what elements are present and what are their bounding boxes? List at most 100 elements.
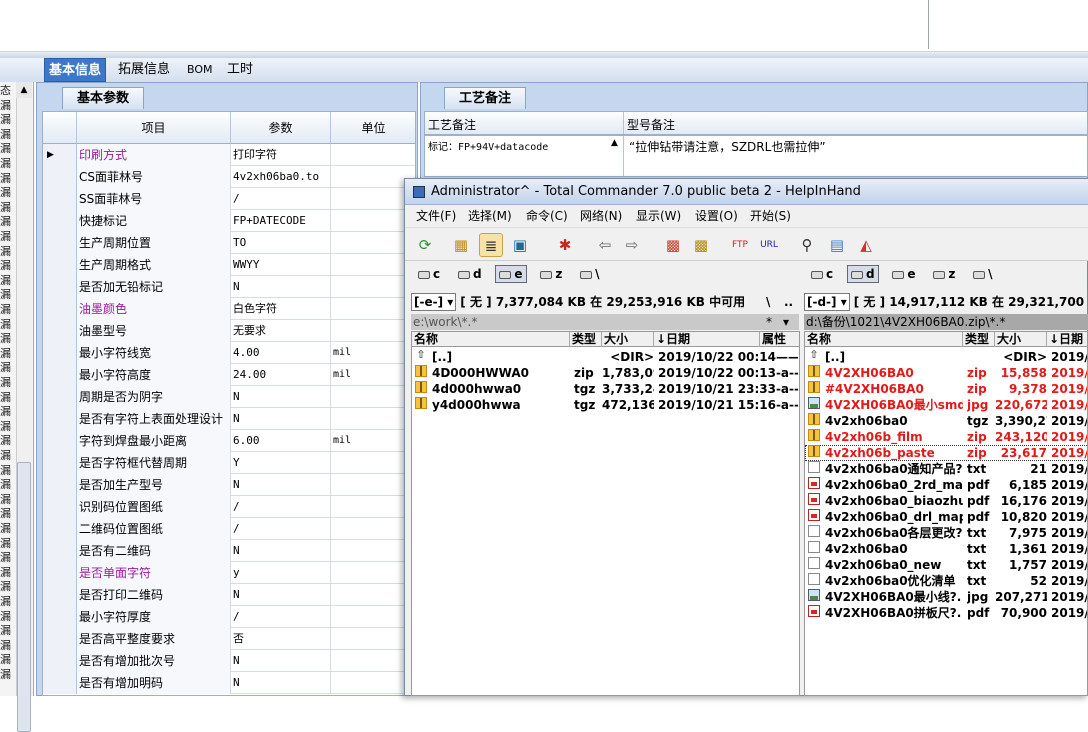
strip-row[interactable]: 态 bbox=[0, 84, 16, 98]
file-row[interactable]: 4v2xh06ba0_drl_map pdf 10,820 2019/1 bbox=[805, 509, 1087, 525]
strip-row[interactable]: 漏 bbox=[0, 391, 16, 405]
thumbnail-view-icon[interactable]: ▣ bbox=[508, 233, 532, 257]
brief-view-icon[interactable]: ▦ bbox=[449, 233, 473, 257]
compare-icon[interactable]: ◭ bbox=[854, 233, 878, 257]
grid-row[interactable]: 是否加无铅标记 N bbox=[43, 276, 415, 298]
file-row[interactable]: 4v2xh06ba0 tgz 3,390,272 2019/1 bbox=[805, 413, 1087, 429]
column-header-date[interactable]: ↓日期 bbox=[1047, 332, 1087, 347]
cell-param[interactable]: N bbox=[231, 540, 331, 562]
column-header-size[interactable]: 大小 bbox=[995, 332, 1047, 347]
strip-row[interactable]: 漏 bbox=[0, 215, 16, 229]
left-path-bar[interactable]: e:\work\*.* * ▾ bbox=[411, 314, 799, 330]
cell-param[interactable]: N bbox=[231, 584, 331, 606]
strip-row[interactable]: 漏 bbox=[0, 653, 16, 667]
strip-row[interactable]: 漏 bbox=[0, 318, 16, 332]
file-row[interactable]: 4v2xh06ba0优化清单 txt 52 2019/1 bbox=[805, 573, 1087, 589]
row-selector[interactable] bbox=[43, 606, 77, 628]
file-row[interactable]: 4d000hwwa0 tgz 3,733,240 2019/10/21 23:33-a… bbox=[412, 381, 799, 397]
cell-param[interactable]: 24.00 bbox=[231, 364, 331, 386]
left-root-button[interactable]: \ bbox=[766, 292, 770, 312]
drive-root-button[interactable]: \ bbox=[576, 265, 603, 283]
cell-param[interactable]: 无要求 bbox=[231, 320, 331, 342]
row-selector[interactable] bbox=[43, 540, 77, 562]
strip-row[interactable]: 漏 bbox=[0, 434, 16, 448]
grid-row[interactable]: 是否高平整度要求否 bbox=[43, 628, 415, 650]
column-header-type[interactable]: 类型 bbox=[963, 332, 995, 347]
search-icon[interactable]: ⚲ bbox=[795, 233, 819, 257]
unpack-icon[interactable]: ▩ bbox=[689, 233, 713, 257]
file-row[interactable]: y4d000hwwa tgz 472,136 2019/10/21 15:16-a-- bbox=[412, 397, 799, 413]
file-row[interactable]: 4v2xh06ba0_new txt 1,757 2019/1 bbox=[805, 557, 1087, 573]
grid-row[interactable]: 最小字符线宽 4.00 mil bbox=[43, 342, 415, 364]
pack-icon[interactable]: ▩ bbox=[661, 233, 685, 257]
grid-row[interactable]: 是否打印二维码 N bbox=[43, 584, 415, 606]
grid-row[interactable]: SS面菲林号 / bbox=[43, 188, 415, 210]
menu-view[interactable]: 显示(W) bbox=[636, 205, 681, 227]
strip-row[interactable]: 漏 bbox=[0, 274, 16, 288]
cell-param[interactable]: FP+DATECODE bbox=[231, 210, 331, 232]
right-path-bar[interactable]: d:\备份\1021\4V2XH06BA0.zip\*.* bbox=[804, 314, 1088, 330]
strip-row[interactable]: 漏 bbox=[0, 551, 16, 565]
grid-row[interactable]: 最小字符高度 24.00 mil bbox=[43, 364, 415, 386]
row-selector[interactable] bbox=[43, 232, 77, 254]
grid-row[interactable]: 快捷标记 FP+DATECODE bbox=[43, 210, 415, 232]
scrollbar-thumb[interactable] bbox=[17, 462, 31, 732]
cell-param[interactable]: 6.00 bbox=[231, 430, 331, 452]
strip-row[interactable]: 漏 bbox=[0, 172, 16, 186]
grid-row[interactable]: 是否单面字符 y bbox=[43, 562, 415, 584]
scroll-up-icon[interactable]: ▲ bbox=[16, 82, 32, 98]
cell-param[interactable]: N bbox=[231, 276, 331, 298]
section-tab-basic-params[interactable]: 基本参数 bbox=[62, 87, 144, 109]
grid-row[interactable]: 是否有增加明码 N bbox=[43, 672, 415, 694]
strip-row[interactable]: 漏 bbox=[0, 610, 16, 624]
current-row-indicator-icon[interactable]: ▶ bbox=[43, 144, 77, 166]
menu-network[interactable]: 网络(N) bbox=[580, 205, 622, 227]
strip-row[interactable]: 漏 bbox=[0, 493, 16, 507]
column-header-param[interactable]: 参数 bbox=[231, 112, 331, 144]
chevron-down-icon[interactable]: ▾ bbox=[783, 314, 789, 330]
drive-d-button[interactable]: d bbox=[454, 265, 486, 283]
row-selector[interactable] bbox=[43, 672, 77, 694]
grid-row[interactable]: 油墨型号 无要求 bbox=[43, 320, 415, 342]
strip-row[interactable]: 漏 bbox=[0, 186, 16, 200]
drive-z-button[interactable]: z bbox=[536, 265, 566, 283]
column-header-unit[interactable]: 单位 bbox=[331, 112, 415, 144]
strip-row[interactable]: 漏 bbox=[0, 142, 16, 156]
menu-select[interactable]: 选择(M) bbox=[468, 205, 512, 227]
file-row[interactable]: 4v2xh06ba0_biaozhu pdf 16,176 2019/1 bbox=[805, 493, 1087, 509]
strip-row[interactable]: 漏 bbox=[0, 624, 16, 638]
strip-row[interactable]: 漏 bbox=[0, 420, 16, 434]
strip-row[interactable]: 漏 bbox=[0, 522, 16, 536]
cell-param[interactable]: 否 bbox=[231, 628, 331, 650]
strip-row[interactable]: 漏 bbox=[0, 449, 16, 463]
cell-param[interactable]: 4v2xh06ba0.to bbox=[231, 166, 331, 188]
tab-work-hours[interactable]: 工时 bbox=[223, 58, 257, 82]
left-path-filter[interactable]: * bbox=[766, 314, 772, 330]
cell-param[interactable]: N bbox=[231, 386, 331, 408]
rename-icon[interactable]: ▤ bbox=[825, 233, 849, 257]
back-icon[interactable]: ⇦ bbox=[593, 233, 617, 257]
strip-row[interactable]: 漏 bbox=[0, 332, 16, 346]
tab-extended-info[interactable]: 拓展信息 bbox=[114, 58, 174, 82]
file-row[interactable]: 4V2XH06BA0 zip 15,858 2019/1 bbox=[805, 365, 1087, 381]
strip-row[interactable]: 漏 bbox=[0, 464, 16, 478]
file-row[interactable]: 4v2xh06ba0 txt 1,361 2019/1 bbox=[805, 541, 1087, 557]
row-selector[interactable] bbox=[43, 496, 77, 518]
strip-row[interactable]: 漏 bbox=[0, 288, 16, 302]
row-selector[interactable] bbox=[43, 562, 77, 584]
file-row[interactable]: ⇧ [..] <DIR> 2019/1 bbox=[805, 349, 1087, 365]
file-row[interactable]: 4v2xh06ba0_2rd_map pdf 6,185 2019/1 bbox=[805, 477, 1087, 493]
strip-row[interactable]: 漏 bbox=[0, 639, 16, 653]
row-selector[interactable] bbox=[43, 584, 77, 606]
cell-param[interactable]: 4.00 bbox=[231, 342, 331, 364]
row-selector[interactable] bbox=[43, 254, 77, 276]
tc-title-bar[interactable]: Administrator^ - Total Commander 7.0 pub… bbox=[405, 179, 1088, 205]
file-row[interactable]: 4v2xh06b_paste zip 23,617 2019/1 bbox=[805, 445, 1087, 461]
row-selector[interactable] bbox=[43, 474, 77, 496]
menu-settings[interactable]: 设置(O) bbox=[695, 205, 738, 227]
row-selector[interactable] bbox=[43, 188, 77, 210]
cell-param[interactable]: Y bbox=[231, 452, 331, 474]
notes-col2-value[interactable]: “拉伸钻带请注意，SZDRL也需拉伸” bbox=[629, 138, 826, 155]
cell-param[interactable]: N bbox=[231, 408, 331, 430]
strip-row[interactable]: 漏 bbox=[0, 128, 16, 142]
